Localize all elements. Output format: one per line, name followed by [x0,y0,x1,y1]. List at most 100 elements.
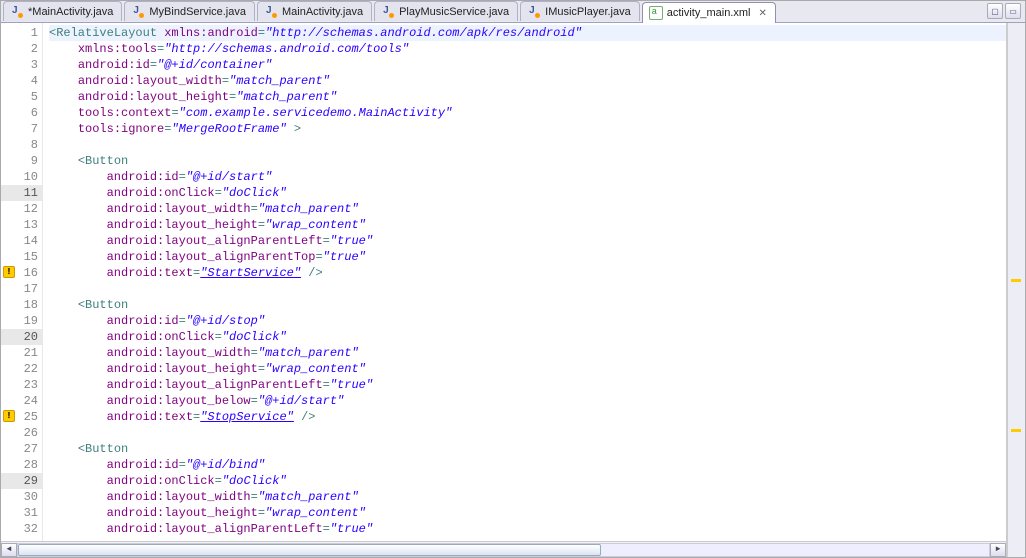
code-line[interactable] [49,137,1006,153]
line-number: 13 [1,217,42,233]
editor-content: 12345678910111213141516!1718192021222324… [1,23,1025,557]
code-area[interactable]: <RelativeLayout xmlns:android="http://sc… [43,23,1006,541]
xml-file-icon [649,6,663,20]
code-line[interactable]: android:layout_below="@+id/start" [49,393,1006,409]
line-number: 1 [1,25,42,41]
editor-tab[interactable]: MyBindService.java [124,1,255,21]
editor-tab[interactable]: PlayMusicService.java [374,1,518,21]
code-line[interactable]: <Button [49,297,1006,313]
maximize-editor-button[interactable]: ▢ [987,3,1003,19]
code-line[interactable]: <Button [49,153,1006,169]
line-number: 12 [1,201,42,217]
line-number: 4 [1,73,42,89]
code-line[interactable] [49,425,1006,441]
code-line[interactable]: android:layout_width="match_parent" [49,345,1006,361]
editor-tab[interactable]: *MainActivity.java [3,1,122,21]
java-file-icon [381,5,395,19]
code-line[interactable]: android:layout_height="wrap_content" [49,505,1006,521]
code-line[interactable]: android:layout_width="match_parent" [49,73,1006,89]
line-number: 24 [1,393,42,409]
code-line[interactable]: android:layout_alignParentLeft="true" [49,233,1006,249]
overview-ruler[interactable] [1007,23,1025,557]
code-line[interactable]: android:layout_alignParentLeft="true" [49,377,1006,393]
line-number: 6 [1,105,42,121]
code-line[interactable]: android:text="StartService" /> [49,265,1006,281]
line-number: 30 [1,489,42,505]
code-line[interactable]: android:id="@+id/stop" [49,313,1006,329]
code-line[interactable]: android:layout_alignParentTop="true" [49,249,1006,265]
code-line[interactable]: <Button [49,441,1006,457]
code-line[interactable]: android:layout_height="wrap_content" [49,361,1006,377]
code-line[interactable]: android:id="@+id/container" [49,57,1006,73]
line-number: 19 [1,313,42,329]
line-number: 11 [1,185,42,201]
line-number: 9 [1,153,42,169]
line-number: 22 [1,361,42,377]
tab-label: activity_main.xml [667,7,751,19]
code-line[interactable]: android:layout_width="match_parent" [49,201,1006,217]
line-number: 31 [1,505,42,521]
scrollbar-track[interactable] [17,543,990,557]
tabbar-controls: ▢ ▭ [987,3,1021,19]
code-editor[interactable]: 12345678910111213141516!1718192021222324… [1,23,1006,541]
line-number: 21 [1,345,42,361]
overview-warning-mark[interactable] [1011,279,1021,282]
scroll-right-arrow-icon[interactable]: ► [990,543,1006,557]
close-tab-icon[interactable]: ✕ [758,8,766,19]
warning-icon[interactable]: ! [3,410,15,422]
line-number: 28 [1,457,42,473]
code-line[interactable]: <RelativeLayout xmlns:android="http://sc… [49,25,1006,41]
line-number: 18 [1,297,42,313]
tab-label: IMusicPlayer.java [545,6,631,18]
scrollbar-thumb[interactable] [18,544,601,556]
line-number: 17 [1,281,42,297]
line-number: 3 [1,57,42,73]
code-line[interactable]: tools:context="com.example.servicedemo.M… [49,105,1006,121]
code-line[interactable]: android:layout_width="match_parent" [49,489,1006,505]
line-number: 26 [1,425,42,441]
code-line[interactable] [49,281,1006,297]
editor-tab[interactable]: MainActivity.java [257,1,372,21]
java-file-icon [131,5,145,19]
line-number-gutter: 12345678910111213141516!1718192021222324… [1,23,43,541]
code-line[interactable]: android:layout_height="wrap_content" [49,217,1006,233]
line-number: 25! [1,409,42,425]
java-file-icon [264,5,278,19]
code-line[interactable]: android:id="@+id/start" [49,169,1006,185]
editor-tab[interactable]: IMusicPlayer.java [520,1,640,21]
code-line[interactable]: android:onClick="doClick" [49,329,1006,345]
tab-label: *MainActivity.java [28,6,113,18]
code-line[interactable]: android:onClick="doClick" [49,185,1006,201]
line-number: 2 [1,41,42,57]
editor-tabbar: *MainActivity.java MyBindService.java Main… [1,1,1025,23]
line-number: 10 [1,169,42,185]
minimize-editor-button[interactable]: ▭ [1005,3,1021,19]
warning-icon[interactable]: ! [3,266,15,278]
horizontal-scrollbar[interactable]: ◄ ► [1,541,1006,557]
line-number: 16! [1,265,42,281]
java-file-icon [527,5,541,19]
java-file-icon [10,5,24,19]
line-number: 14 [1,233,42,249]
tab-label: MyBindService.java [149,6,246,18]
code-line[interactable]: android:layout_alignParentLeft="true" [49,521,1006,537]
line-number: 15 [1,249,42,265]
line-number: 20 [1,329,42,345]
line-number: 23 [1,377,42,393]
line-number: 5 [1,89,42,105]
editor-tab[interactable]: activity_main.xml ✕ [642,2,776,23]
code-line[interactable]: tools:ignore="MergeRootFrame" > [49,121,1006,137]
tab-label: PlayMusicService.java [399,6,509,18]
line-number: 32 [1,521,42,537]
scroll-left-arrow-icon[interactable]: ◄ [1,543,17,557]
code-line[interactable]: android:id="@+id/bind" [49,457,1006,473]
code-line[interactable]: android:text="StopService" /> [49,409,1006,425]
overview-warning-mark[interactable] [1011,429,1021,432]
tab-label: MainActivity.java [282,6,363,18]
line-number: 27 [1,441,42,457]
code-line[interactable]: xmlns:tools="http://schemas.android.com/… [49,41,1006,57]
code-line[interactable]: android:onClick="doClick" [49,473,1006,489]
code-line[interactable]: android:layout_height="match_parent" [49,89,1006,105]
line-number: 8 [1,137,42,153]
line-number: 29 [1,473,42,489]
